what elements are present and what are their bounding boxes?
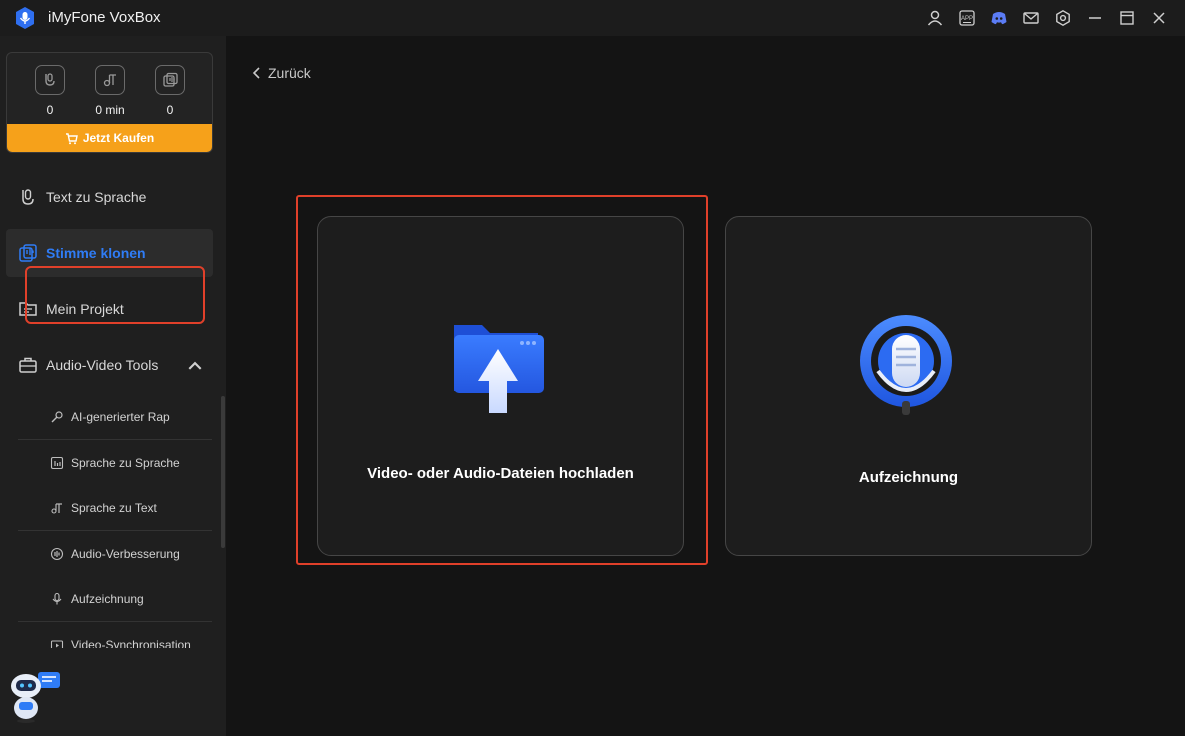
chatbot-assistant-icon[interactable] <box>8 668 64 724</box>
minimize-icon[interactable] <box>1079 0 1111 36</box>
record-card[interactable]: Aufzeichnung <box>725 216 1092 556</box>
sidebar-scrollbar[interactable] <box>221 396 225 548</box>
sub-item-speech-to-text[interactable]: Sprache zu Text <box>18 485 212 530</box>
close-icon[interactable] <box>1143 0 1175 36</box>
audio-video-tools-list: AI-generierter Rap Sprache zu Sprache Sp… <box>18 394 212 648</box>
mail-icon[interactable] <box>1015 0 1047 36</box>
sub-item-speech-to-speech[interactable]: Sprache zu Sprache <box>18 440 212 485</box>
main-content: Zurück Video- oder Audio-Dateien hochlad… <box>226 36 1185 736</box>
sidebar: 0 0 min 0 Jetzt Kaufen Text zu Sprache S… <box>0 36 226 736</box>
svg-text:APP: APP <box>961 16 973 22</box>
voice-clone-quota-icon <box>155 65 185 95</box>
cart-icon <box>65 132 78 144</box>
chevron-left-icon <box>252 67 260 79</box>
video-sync-icon <box>50 639 64 648</box>
sub-item-record[interactable]: Aufzeichnung <box>18 576 212 621</box>
buy-now-button[interactable]: Jetzt Kaufen <box>7 124 212 152</box>
app-icon[interactable]: APP <box>951 0 983 36</box>
nav-text-to-speech[interactable]: Text zu Sprache <box>6 173 213 221</box>
discord-icon[interactable] <box>983 0 1015 36</box>
upload-folder-icon <box>454 325 544 413</box>
speech-to-speech-icon <box>50 456 64 469</box>
upload-files-card[interactable]: Video- oder Audio-Dateien hochladen <box>317 216 684 556</box>
chevron-up-icon[interactable] <box>185 356 205 376</box>
voice-clone-icon <box>19 244 37 262</box>
text-to-speech-icon <box>22 189 34 205</box>
quota-item-minutes: 0 min <box>80 65 140 117</box>
record-card-title: Aufzeichnung <box>858 469 959 486</box>
sub-item-video-sync[interactable]: Video-Synchronisation <box>18 622 212 648</box>
quota-item-characters: 0 <box>20 65 80 117</box>
record-icon <box>52 592 62 604</box>
app-title: iMyFone VoxBox <box>48 9 161 26</box>
speech-to-text-icon <box>51 502 62 514</box>
quota-card: 0 0 min 0 Jetzt Kaufen <box>6 52 213 153</box>
time-quota-icon <box>95 65 125 95</box>
toolbox-icon <box>19 357 37 373</box>
text-to-speech-quota-icon <box>35 65 65 95</box>
nav-audio-video-tools[interactable]: Audio-Video Tools <box>6 341 213 389</box>
nav-voice-clone[interactable]: Stimme klonen <box>6 229 213 277</box>
title-bar: iMyFone VoxBox APP <box>0 0 1185 36</box>
maximize-icon[interactable] <box>1111 0 1143 36</box>
folder-icon <box>19 302 37 316</box>
mic-rap-icon <box>51 410 63 422</box>
audio-enhance-icon <box>50 547 64 560</box>
back-link[interactable]: Zurück <box>252 65 311 81</box>
nav-my-project[interactable]: Mein Projekt <box>6 285 213 333</box>
app-logo-icon <box>16 7 34 29</box>
settings-icon[interactable] <box>1047 0 1079 36</box>
microphone-icon <box>860 315 952 415</box>
sub-item-audio-enhance[interactable]: Audio-Verbesserung <box>18 531 212 576</box>
upload-card-title: Video- oder Audio-Dateien hochladen <box>367 465 634 482</box>
user-icon[interactable] <box>919 0 951 36</box>
sub-item-ai-rap[interactable]: AI-generierter Rap <box>18 394 212 439</box>
quota-item-clones: 0 <box>140 65 200 117</box>
